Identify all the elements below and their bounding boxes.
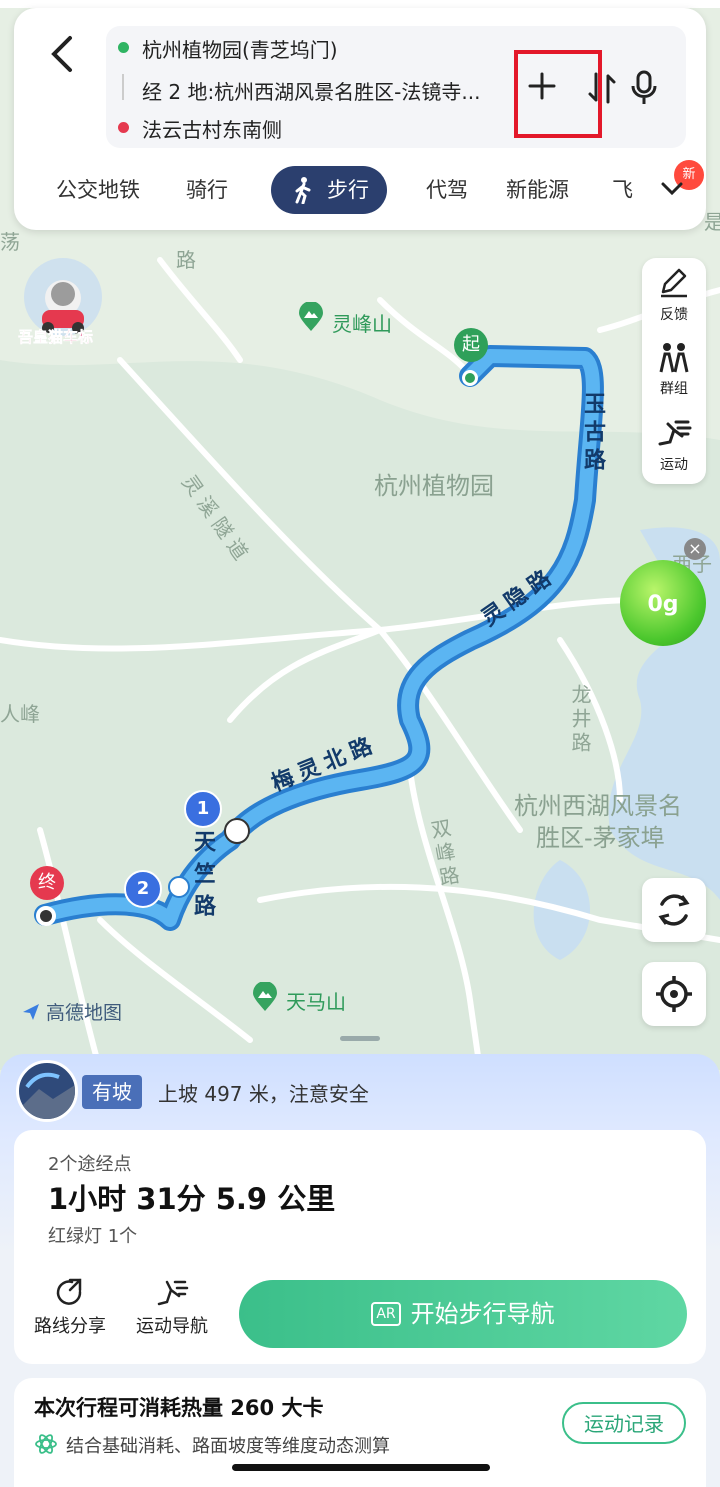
refresh-route-button[interactable] xyxy=(642,878,706,942)
share-route-label: 路线分享 xyxy=(34,1316,106,1337)
feedback-label: 反馈 xyxy=(660,307,688,323)
road-top-right: 是 xyxy=(704,210,720,234)
tab-new-energy[interactable]: 新能源 xyxy=(506,166,569,214)
tab-cycling[interactable]: 骑行 xyxy=(186,166,228,214)
slope-icon xyxy=(16,1060,78,1122)
chevron-left-icon xyxy=(51,36,72,72)
poi-lingfeng[interactable]: 灵峰山 xyxy=(332,308,392,337)
waypoint-2-marker[interactable]: 2 xyxy=(124,870,162,908)
amap-logo-text: 高德地图 xyxy=(46,1002,123,1024)
amap-logo: 高德地图 xyxy=(22,998,122,1025)
atom-icon xyxy=(35,1434,57,1454)
poi-botanical-garden[interactable]: 杭州植物园 xyxy=(374,466,494,501)
traffic-lights: 红绿灯 1个 xyxy=(48,1226,138,1247)
slope-text: 上坡 497 米，注意安全 xyxy=(158,1082,369,1106)
poi-maojiabu-line1[interactable]: 杭州西湖风景名 xyxy=(514,786,682,821)
back-button[interactable] xyxy=(42,30,82,78)
poi-renfeng: 人峰 xyxy=(0,702,40,726)
via-field[interactable]: 经 2 地:杭州西湖风景名胜区-法镜寺... xyxy=(142,76,498,105)
group-label: 群组 xyxy=(660,381,688,397)
home-indicator[interactable] xyxy=(232,1464,490,1471)
poi-maojiabu-line2[interactable]: 胜区-茅家埠 xyxy=(536,818,665,853)
tab-walking[interactable]: 步行 xyxy=(271,166,387,214)
refresh-icon xyxy=(658,894,690,926)
start-dot xyxy=(462,370,478,386)
via-connector xyxy=(122,74,124,100)
waypoint-1-marker[interactable]: 1 xyxy=(184,790,222,828)
mic-icon xyxy=(631,70,657,104)
tab-flight[interactable]: 飞 xyxy=(612,166,634,214)
travel-mode-tabs: 公交地铁 骑行 步行 代驾 新能源 飞 xyxy=(14,166,706,214)
avatar-tag: 吾皇猫车标 xyxy=(18,328,94,347)
road-longjing: 龙井路 xyxy=(568,684,592,756)
locate-button[interactable] xyxy=(642,962,706,1026)
share-route-button[interactable]: 路线分享 xyxy=(34,1278,106,1338)
start-walk-navigation-label: 开始步行导航 xyxy=(410,1300,555,1328)
group-icon xyxy=(659,343,689,373)
car-avatar[interactable]: 吾皇猫车标 xyxy=(18,258,110,350)
drag-handle[interactable] xyxy=(340,1036,380,1041)
end-marker[interactable]: 终 xyxy=(30,866,64,900)
route-road-yugu: 玉古路 xyxy=(580,392,605,476)
poi-tianma[interactable]: 天马山 xyxy=(286,986,346,1015)
origin-field[interactable]: 杭州植物园(青芝坞门) xyxy=(142,34,338,63)
calorie-subtitle: 结合基础消耗、路面坡度等维度动态测算 xyxy=(66,1436,390,1457)
origin-dot xyxy=(118,42,129,53)
locate-icon xyxy=(656,976,692,1012)
slope-badge: 有坡 xyxy=(82,1075,142,1109)
road-lu: 路 xyxy=(176,248,196,272)
route-planner-card: 杭州植物园(青芝坞门) 经 2 地:杭州西湖风景名胜区-法镜寺... 法云古村东… xyxy=(14,8,706,230)
route-info-card[interactable]: 2个途经点 1小时 31分 5.9 公里 红绿灯 1个 路线分享 运动导航 AR… xyxy=(14,1130,706,1364)
route-road-tianzhu: 天竺路 xyxy=(190,830,215,926)
tab-designated-driver[interactable]: 代驾 xyxy=(426,166,468,214)
voice-button[interactable] xyxy=(628,70,660,106)
destination-dot xyxy=(118,122,129,133)
share-icon xyxy=(56,1278,82,1305)
direction-arrow-icon xyxy=(168,876,190,898)
walking-icon xyxy=(295,177,311,204)
ar-icon: AR xyxy=(371,1302,401,1326)
tab-walking-label: 步行 xyxy=(327,178,369,202)
sport-record-button[interactable]: 运动记录 xyxy=(562,1402,686,1444)
running-icon xyxy=(658,420,692,446)
mountain-poi-icon xyxy=(253,982,277,1011)
duration-distance: 1小时 31分 5.9 公里 xyxy=(48,1182,336,1216)
annotation-highlight-box xyxy=(514,50,602,138)
pencil-icon xyxy=(661,268,687,298)
feedback-button[interactable]: 反馈 xyxy=(642,268,706,324)
destination-field[interactable]: 法云古村东南侧 xyxy=(142,114,282,143)
sport-nav-button[interactable]: 运动导航 xyxy=(136,1278,208,1338)
sport-nav-icon xyxy=(157,1280,189,1306)
close-icon[interactable]: × xyxy=(684,538,706,560)
cat-avatar-image xyxy=(24,258,102,336)
tab-transit[interactable]: 公交地铁 xyxy=(56,166,140,214)
amap-logo-icon xyxy=(22,1003,40,1021)
carbon-ball[interactable]: 0g xyxy=(620,560,706,646)
map-tools: 反馈 群组 运动 xyxy=(642,258,706,484)
road-top-left: 荡 xyxy=(0,230,20,254)
waypoint-count: 2个途经点 xyxy=(48,1154,132,1175)
sport-button[interactable]: 运动 xyxy=(642,418,706,474)
stairs-icon xyxy=(224,818,250,844)
mountain-poi-icon xyxy=(299,302,323,331)
calorie-title: 本次行程可消耗热量 260 大卡 xyxy=(34,1396,324,1420)
end-dot xyxy=(36,906,56,926)
chevron-down-icon[interactable] xyxy=(660,176,684,200)
start-marker[interactable]: 起 xyxy=(454,328,488,362)
group-button[interactable]: 群组 xyxy=(642,342,706,398)
sport-nav-label: 运动导航 xyxy=(136,1316,208,1337)
start-walk-navigation-button[interactable]: AR 开始步行导航 xyxy=(239,1280,687,1348)
sport-label: 运动 xyxy=(660,457,688,473)
